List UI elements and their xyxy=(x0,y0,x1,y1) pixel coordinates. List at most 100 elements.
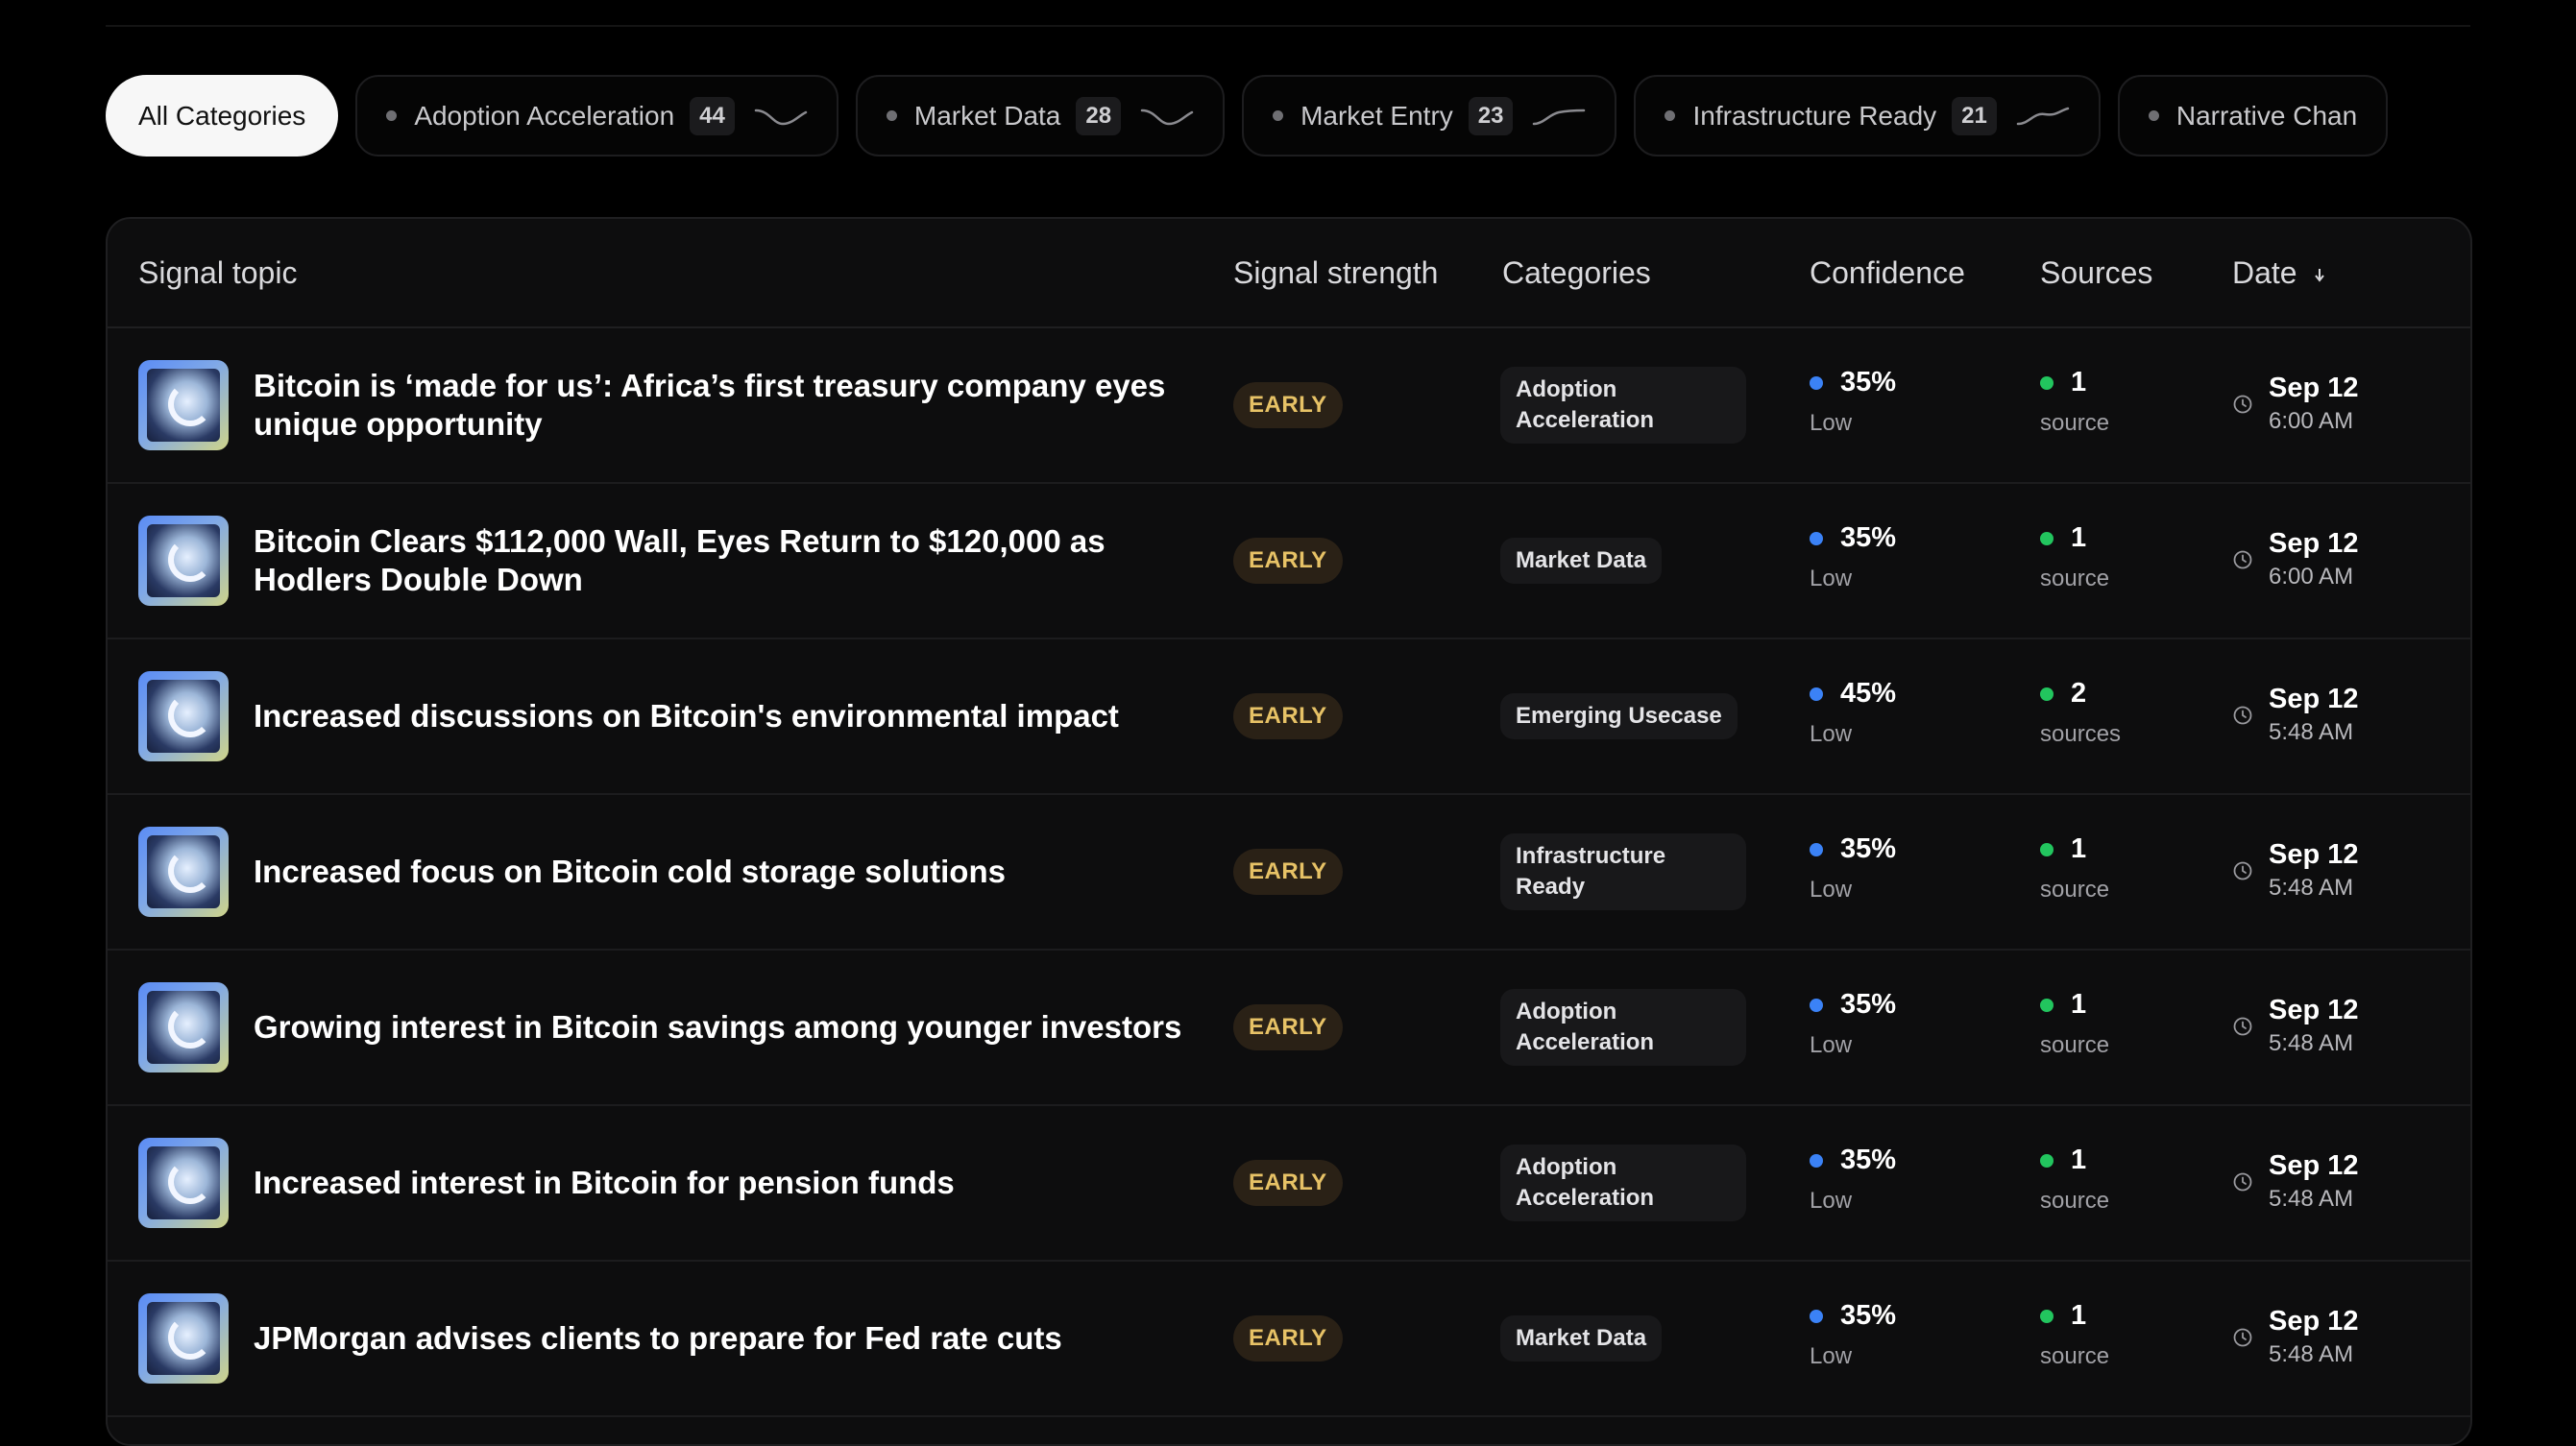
dot-icon xyxy=(1665,110,1676,121)
date-time: 6:00 AM xyxy=(2269,408,2354,434)
sources-label: source xyxy=(2040,1343,2110,1369)
confidence-dot-icon xyxy=(1810,1153,1823,1168)
sources-dot-icon xyxy=(2040,998,2054,1012)
sources-value: 1 xyxy=(2040,522,2109,554)
sources-value: 1 xyxy=(2040,1145,2109,1176)
filter-all-categories[interactable]: All Categories xyxy=(106,75,339,157)
sources-cell: 1 source xyxy=(2040,989,2109,1059)
filter-market-data[interactable]: Market Data 28 xyxy=(855,75,1226,157)
signal-strength-badge: EARLY xyxy=(1233,538,1343,584)
header-categories[interactable]: Categories xyxy=(1502,255,1651,291)
date-time: 5:48 AM xyxy=(2269,875,2354,901)
table-row[interactable]: Increased interest in Bitcoin for pensio… xyxy=(108,1106,2470,1262)
signal-strength-badge: EARLY xyxy=(1233,849,1343,895)
signal-strength-badge: EARLY xyxy=(1233,1004,1343,1050)
table-row[interactable]: Increased focus on Bitcoin cold storage … xyxy=(108,795,2470,951)
header-signal-topic[interactable]: Signal topic xyxy=(138,255,297,291)
filter-label: Market Entry xyxy=(1300,100,1453,131)
table-row[interactable]: JPMorgan advises clients to prepare for … xyxy=(108,1262,2470,1417)
signal-title[interactable]: JPMorgan advises clients to prepare for … xyxy=(254,1319,1214,1358)
confidence-level: Low xyxy=(1810,1343,1853,1369)
sparkline-up-icon xyxy=(2016,107,2070,125)
sources-dot-icon xyxy=(2040,1309,2054,1323)
thumbnail-image xyxy=(147,1146,220,1219)
filter-infrastructure-ready[interactable]: Infrastructure Ready 21 xyxy=(1634,75,2101,157)
clock-icon xyxy=(2233,861,2252,880)
table-header: Signal topic Signal strength Categories … xyxy=(108,219,2470,328)
header-signal-strength[interactable]: Signal strength xyxy=(1233,255,1438,291)
table-row[interactable]: Increased discussions on Bitcoin's envir… xyxy=(108,639,2470,795)
date-day: Sep 12 xyxy=(2269,684,2359,714)
signal-title[interactable]: Bitcoin is ‘made for us’: Africa’s first… xyxy=(254,367,1214,444)
table-row[interactable]: Growing interest in Bitcoin savings amon… xyxy=(108,951,2470,1106)
category-tag: Emerging Usecase xyxy=(1500,693,1738,739)
sources-label: sources xyxy=(2040,721,2122,747)
table-body: Bitcoin is ‘made for us’: Africa’s first… xyxy=(108,328,2470,1417)
header-date-label: Date xyxy=(2232,255,2297,290)
confidence-percent: 35% xyxy=(1840,522,1897,553)
header-sources[interactable]: Sources xyxy=(2040,255,2152,291)
signal-title[interactable]: Growing interest in Bitcoin savings amon… xyxy=(254,1008,1214,1047)
category-tag: Adoption Acceleration xyxy=(1500,1145,1746,1221)
confidence-dot-icon xyxy=(1810,687,1823,701)
date-text: Sep 12 5:48 AM xyxy=(2269,1150,2359,1213)
sources-cell: 1 source xyxy=(2040,833,2109,904)
top-divider xyxy=(106,25,2470,27)
confidence-value: 35% xyxy=(1810,1300,1896,1332)
date-text: Sep 12 5:48 AM xyxy=(2269,684,2359,746)
sparkline-down-icon xyxy=(754,108,808,125)
sources-dot-icon xyxy=(2040,531,2054,545)
sources-count: 1 xyxy=(2071,1300,2087,1331)
thumbnail-image xyxy=(147,835,220,908)
confidence-percent: 35% xyxy=(1840,833,1897,864)
date-cell: Sep 12 5:48 AM xyxy=(2232,995,2359,1057)
filter-label: Narrative Chan xyxy=(2175,100,2358,131)
date-day: Sep 12 xyxy=(2269,528,2359,559)
confidence-percent: 35% xyxy=(1840,1300,1897,1331)
category-tag: Adoption Acceleration xyxy=(1500,367,1746,444)
date-text: Sep 12 5:48 AM xyxy=(2269,839,2359,902)
filter-adoption-acceleration[interactable]: Adoption Acceleration 44 xyxy=(355,75,838,157)
confidence-percent: 35% xyxy=(1840,1145,1897,1175)
sources-cell: 1 source xyxy=(2040,1145,2109,1215)
category-tag: Adoption Acceleration xyxy=(1500,989,1746,1066)
sources-cell: 1 source xyxy=(2040,1300,2109,1370)
confidence-cell: 35% Low xyxy=(1810,989,1896,1059)
signal-thumbnail xyxy=(138,360,229,450)
date-time: 5:48 AM xyxy=(2269,1186,2354,1212)
confidence-value: 35% xyxy=(1810,1145,1896,1176)
date-text: Sep 12 6:00 AM xyxy=(2269,373,2359,435)
signal-title[interactable]: Increased interest in Bitcoin for pensio… xyxy=(254,1164,1214,1202)
date-time: 5:48 AM xyxy=(2269,719,2354,745)
signal-title[interactable]: Increased focus on Bitcoin cold storage … xyxy=(254,853,1214,891)
clock-icon xyxy=(2233,1172,2252,1191)
sources-count: 1 xyxy=(2071,833,2087,864)
date-time: 5:48 AM xyxy=(2269,1030,2354,1056)
sources-label: source xyxy=(2040,1032,2110,1058)
sources-label: source xyxy=(2040,1188,2110,1214)
dot-icon xyxy=(2148,110,2159,121)
sort-arrow-icon[interactable] xyxy=(2313,265,2326,286)
confidence-cell: 35% Low xyxy=(1810,1300,1896,1370)
signal-title[interactable]: Bitcoin Clears $112,000 Wall, Eyes Retur… xyxy=(254,522,1214,599)
signal-title[interactable]: Increased discussions on Bitcoin's envir… xyxy=(254,697,1214,735)
sources-cell: 1 source xyxy=(2040,367,2109,437)
confidence-dot-icon xyxy=(1810,998,1823,1012)
filter-market-entry[interactable]: Market Entry 23 xyxy=(1242,75,1617,157)
date-day: Sep 12 xyxy=(2269,839,2359,870)
table-row[interactable]: Bitcoin Clears $112,000 Wall, Eyes Retur… xyxy=(108,484,2470,639)
header-confidence[interactable]: Confidence xyxy=(1810,255,1965,291)
confidence-cell: 45% Low xyxy=(1810,678,1896,748)
date-cell: Sep 12 5:48 AM xyxy=(2232,1150,2359,1213)
header-date[interactable]: Date xyxy=(2232,255,2326,291)
sources-count: 1 xyxy=(2071,367,2087,398)
sources-value: 1 xyxy=(2040,367,2109,398)
sources-cell: 1 source xyxy=(2040,522,2109,592)
date-cell: Sep 12 5:48 AM xyxy=(2232,839,2359,902)
filter-narrative-change[interactable]: Narrative Chan xyxy=(2117,75,2389,157)
confidence-percent: 35% xyxy=(1840,367,1897,398)
sparkline-up-icon xyxy=(1533,108,1586,125)
table-row[interactable]: Bitcoin is ‘made for us’: Africa’s first… xyxy=(108,328,2470,484)
signal-strength-badge: EARLY xyxy=(1233,382,1343,428)
filter-label: Adoption Acceleration xyxy=(414,100,675,131)
